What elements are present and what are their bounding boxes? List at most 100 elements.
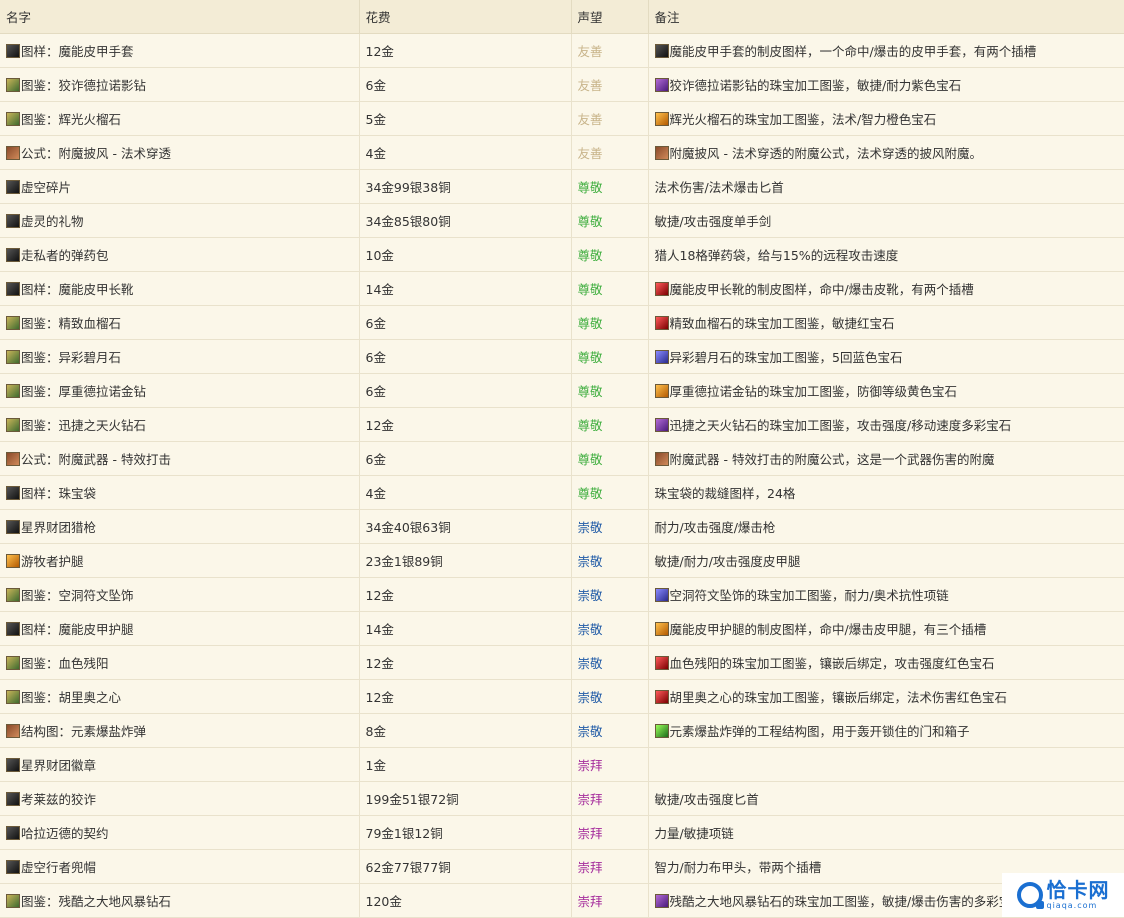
table-row: 哈拉迈德的契约 79金1银12铜 崇拜 力量/敏捷项链 (0, 815, 1124, 850)
reputation-level: 崇拜 (571, 747, 649, 782)
design-icon (6, 349, 20, 364)
item-name[interactable]: 公式：附魔武器 - 特效打击 (21, 452, 171, 467)
item-cost: 6金 (359, 441, 572, 476)
item-name-cell: 公式：附魔武器 - 特效打击 (0, 441, 360, 476)
item-name-cell: 公式：附魔披风 - 法术穿透 (0, 135, 360, 170)
item-name[interactable]: 虚空碎片 (21, 180, 71, 195)
reputation-level: 崇拜 (571, 883, 649, 918)
gloves-icon (654, 43, 669, 58)
table-row: 虚空碎片 34金99银38铜 尊敬 法术伤害/法术爆击匕首 (0, 169, 1124, 204)
table-row: 公式：附魔武器 - 特效打击 6金 尊敬 附魔武器 - 特效打击的附魔公式，这是一个武… (0, 441, 1124, 476)
reputation-level: 尊敬 (571, 237, 649, 272)
design-icon (6, 77, 20, 92)
reputation-level: 崇拜 (571, 849, 649, 884)
item-note-cell: 胡里奥之心的珠宝加工图鉴，镶嵌后绑定，法术伤害红色宝石 (648, 679, 1124, 714)
item-name[interactable]: 图鉴：辉光火榴石 (21, 112, 121, 127)
item-note-cell: 迅捷之天火钻石的珠宝加工图鉴，攻击强度/移动速度多彩宝石 (648, 407, 1124, 442)
dagger-icon (6, 179, 20, 194)
item-name[interactable]: 结构图：元素爆盐炸弹 (21, 724, 146, 739)
table-row: 虚灵的礼物 34金85银80铜 尊敬 敏捷/攻击强度单手剑 (0, 203, 1124, 238)
necklace-icon (6, 825, 20, 840)
design-icon (6, 417, 20, 432)
item-name[interactable]: 游牧者护腿 (21, 554, 84, 569)
table-header-row: 名字 花费 声望 备注 (0, 0, 1124, 34)
item-name-cell: 星界财团猎枪 (0, 509, 360, 544)
reputation-level: 崇敬 (571, 509, 649, 544)
dagger-icon (6, 791, 20, 806)
table-row: 图样：魔能皮甲护腿 14金 崇敬 魔能皮甲护腿的制皮图样，命中/爆击皮甲腿，有三个插槽 (0, 611, 1124, 646)
item-name[interactable]: 图样：珠宝袋 (21, 486, 96, 501)
item-name[interactable]: 虚灵的礼物 (21, 214, 84, 229)
ammo-pouch-icon (6, 247, 20, 262)
item-name[interactable]: 图鉴：残酷之大地风暴钻石 (21, 894, 171, 909)
item-name[interactable]: 考莱兹的狡诈 (21, 792, 96, 807)
item-name[interactable]: 图鉴：血色残阳 (21, 656, 109, 671)
item-name[interactable]: 星界财团徽章 (21, 758, 96, 773)
reputation-level: 尊敬 (571, 169, 649, 204)
design-icon (6, 587, 20, 602)
reputation-rewards-table: 名字 花费 声望 备注 图样：魔能皮甲手套 12金 友善 魔能皮甲手套的制皮图样，一个… (0, 0, 1124, 918)
reputation-level: 友善 (571, 33, 649, 68)
cloak-icon (654, 145, 669, 160)
item-name[interactable]: 图鉴：空洞符文坠饰 (21, 588, 134, 603)
item-note: 异彩碧月石的珠宝加工图鉴，5回蓝色宝石 (669, 349, 903, 365)
item-cost: 5金 (359, 101, 572, 136)
table-row: 图鉴：精致血榴石 6金 尊敬 精致血榴石的珠宝加工图鉴，敏捷红宝石 (0, 305, 1124, 340)
blue-gem-icon (654, 349, 669, 364)
item-name-cell: 结构图：元素爆盐炸弹 (0, 713, 360, 748)
item-note-cell: 魔能皮甲长靴的制皮图样，命中/爆击皮靴，有两个插槽 (648, 271, 1124, 306)
item-cost: 6金 (359, 339, 572, 374)
bomb-icon (654, 723, 669, 738)
item-note: 法术伤害/法术爆击匕首 (654, 179, 784, 195)
item-note-cell: 魔能皮甲手套的制皮图样，一个命中/爆击的皮甲手套，有两个插槽 (648, 33, 1124, 68)
item-note: 血色残阳的珠宝加工图鉴，镶嵌后绑定，攻击强度红色宝石 (669, 655, 995, 671)
item-name[interactable]: 星界财团猎枪 (21, 520, 96, 535)
table-row: 图鉴：胡里奥之心 12金 崇敬 胡里奥之心的珠宝加工图鉴，镶嵌后绑定，法术伤害红色宝石 (0, 679, 1124, 714)
item-name[interactable]: 图样：魔能皮甲长靴 (21, 282, 134, 297)
item-note: 敏捷/耐力/攻击强度皮甲腿 (654, 553, 801, 569)
item-name[interactable]: 图鉴：胡里奥之心 (21, 690, 121, 705)
item-name[interactable]: 图样：魔能皮甲手套 (21, 44, 134, 59)
reputation-level: 崇敬 (571, 611, 649, 646)
item-note: 珠宝袋的裁缝图样，24格 (654, 485, 796, 501)
reputation-level: 尊敬 (571, 271, 649, 306)
item-note: 魔能皮甲手套的制皮图样，一个命中/爆击的皮甲手套，有两个插槽 (669, 43, 1037, 59)
item-note: 胡里奥之心的珠宝加工图鉴，镶嵌后绑定，法术伤害红色宝石 (669, 689, 1008, 705)
table-row: 图鉴：辉光火榴石 5金 友善 辉光火榴石的珠宝加工图鉴，法术/智力橙色宝石 (0, 101, 1124, 136)
reputation-level: 崇拜 (571, 815, 649, 850)
table-row: 图样：魔能皮甲手套 12金 友善 魔能皮甲手套的制皮图样，一个命中/爆击的皮甲手套，有… (0, 33, 1124, 68)
item-name-cell: 考莱兹的狡诈 (0, 781, 360, 816)
item-note-cell: 魔能皮甲护腿的制皮图样，命中/爆击皮甲腿，有三个插槽 (648, 611, 1124, 646)
table-row: 星界财团猎枪 34金40银63铜 崇敬 耐力/攻击强度/爆击枪 (0, 509, 1124, 544)
pendant-icon (654, 587, 669, 602)
item-name[interactable]: 走私者的弹药包 (21, 248, 109, 263)
item-name[interactable]: 图鉴：厚重德拉诺金钻 (21, 384, 146, 399)
item-cost: 6金 (359, 305, 572, 340)
item-name[interactable]: 图鉴：异彩碧月石 (21, 350, 121, 365)
item-name[interactable]: 图样：魔能皮甲护腿 (21, 622, 134, 637)
table-row: 图鉴：血色残阳 12金 崇敬 血色残阳的珠宝加工图鉴，镶嵌后绑定，攻击强度红色宝石 (0, 645, 1124, 680)
reputation-level: 尊敬 (571, 475, 649, 510)
item-note: 敏捷/攻击强度单手剑 (654, 213, 772, 229)
item-note-cell: 附魔武器 - 特效打击的附魔公式，这是一个武器伤害的附魔 (648, 441, 1124, 476)
item-cost: 12金 (359, 407, 572, 442)
item-name[interactable]: 图鉴：迅捷之天火钻石 (21, 418, 146, 433)
item-note: 厚重德拉诺金钻的珠宝加工图鉴，防御等级黄色宝石 (669, 383, 958, 399)
item-name[interactable]: 公式：附魔披风 - 法术穿透 (21, 146, 171, 161)
table-row: 图样：珠宝袋 4金 尊敬 珠宝袋的裁缝图样，24格 (0, 475, 1124, 510)
header-name: 名字 (0, 0, 360, 34)
design-icon (6, 383, 20, 398)
item-name-cell: 游牧者护腿 (0, 543, 360, 578)
item-name[interactable]: 哈拉迈德的契约 (21, 826, 109, 841)
item-name[interactable]: 虚空行者兜帽 (21, 860, 96, 875)
item-name-cell: 图鉴：迅捷之天火钻石 (0, 407, 360, 442)
item-name[interactable]: 图鉴：精致血榴石 (21, 316, 121, 331)
reputation-level: 崇敬 (571, 713, 649, 748)
item-name[interactable]: 图鉴：狡诈德拉诺影钻 (21, 78, 146, 93)
table-row: 虚空行者兜帽 62金77银77铜 崇拜 智力/耐力布甲头，带两个插槽 (0, 849, 1124, 884)
item-cost: 79金1银12铜 (359, 815, 572, 850)
pattern-icon (6, 281, 20, 296)
item-note: 辉光火榴石的珠宝加工图鉴，法术/智力橙色宝石 (669, 111, 937, 127)
item-note-cell: 空洞符文坠饰的珠宝加工图鉴，耐力/奥术抗性项链 (648, 577, 1124, 612)
watermark-subtitle: qiaqa.com (1046, 901, 1098, 910)
